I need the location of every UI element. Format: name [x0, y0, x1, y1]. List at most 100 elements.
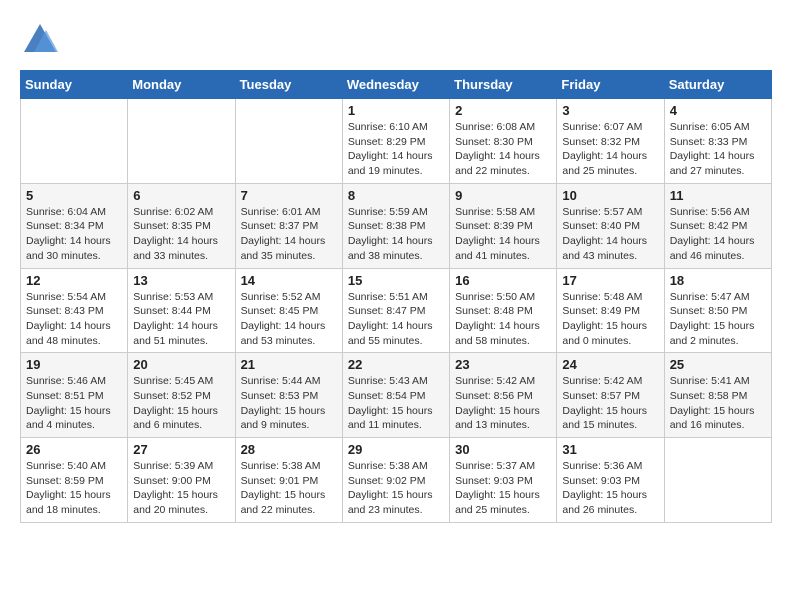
logo-icon	[20, 20, 60, 60]
calendar-cell: 23 Sunrise: 5:42 AM Sunset: 8:56 PM Dayli…	[450, 353, 557, 438]
calendar-cell: 31 Sunrise: 5:36 AM Sunset: 9:03 PM Dayli…	[557, 438, 664, 523]
day-number: 8	[348, 188, 444, 203]
calendar-cell: 17 Sunrise: 5:48 AM Sunset: 8:49 PM Dayli…	[557, 268, 664, 353]
day-info: Sunrise: 5:39 AM Sunset: 9:00 PM Dayligh…	[133, 459, 229, 518]
day-info: Sunrise: 5:54 AM Sunset: 8:43 PM Dayligh…	[26, 290, 122, 349]
day-info: Sunrise: 5:45 AM Sunset: 8:52 PM Dayligh…	[133, 374, 229, 433]
calendar-cell: 1 Sunrise: 6:10 AM Sunset: 8:29 PM Daylig…	[342, 99, 449, 184]
day-info: Sunrise: 5:47 AM Sunset: 8:50 PM Dayligh…	[670, 290, 766, 349]
calendar-cell	[664, 438, 771, 523]
day-number: 5	[26, 188, 122, 203]
calendar-cell: 8Sunrise: 5:59 AM Sunset: 8:38 PM Daylig…	[342, 183, 449, 268]
page-header	[20, 20, 772, 60]
day-info: Sunrise: 6:05 AM Sunset: 8:33 PM Dayligh…	[670, 120, 766, 179]
day-number: 23	[455, 357, 551, 372]
calendar-cell: 20 Sunrise: 5:45 AM Sunset: 8:52 PM Dayli…	[128, 353, 235, 438]
calendar-cell: 5 Sunrise: 6:04 AM Sunset: 8:34 PM Daylig…	[21, 183, 128, 268]
day-info: Sunrise: 5:52 AM Sunset: 8:45 PM Dayligh…	[241, 290, 337, 349]
day-info: Sunrise: 6:02 AM Sunset: 8:35 PM Dayligh…	[133, 205, 229, 264]
calendar-week-2: 5 Sunrise: 6:04 AM Sunset: 8:34 PM Daylig…	[21, 183, 772, 268]
calendar-cell: 26 Sunrise: 5:40 AM Sunset: 8:59 PM Dayli…	[21, 438, 128, 523]
day-number: 3	[562, 103, 658, 118]
day-number: 14	[241, 273, 337, 288]
calendar-cell	[128, 99, 235, 184]
day-info: Sunrise: 5:38 AM Sunset: 9:02 PM Dayligh…	[348, 459, 444, 518]
day-info: Sunrise: 5:48 AM Sunset: 8:49 PM Dayligh…	[562, 290, 658, 349]
day-info: Sunrise: 5:53 AM Sunset: 8:44 PM Dayligh…	[133, 290, 229, 349]
day-number: 1	[348, 103, 444, 118]
day-number: 9	[455, 188, 551, 203]
calendar-week-1: 1 Sunrise: 6:10 AM Sunset: 8:29 PM Daylig…	[21, 99, 772, 184]
calendar-cell: 12 Sunrise: 5:54 AM Sunset: 8:43 PM Dayli…	[21, 268, 128, 353]
day-info: Sunrise: 5:46 AM Sunset: 8:51 PM Dayligh…	[26, 374, 122, 433]
day-info: Sunrise: 5:51 AM Sunset: 8:47 PM Dayligh…	[348, 290, 444, 349]
day-number: 13	[133, 273, 229, 288]
day-info: Sunrise: 6:01 AM Sunset: 8:37 PM Dayligh…	[241, 205, 337, 264]
day-header-thursday: Thursday	[450, 71, 557, 99]
day-info: Sunrise: 5:36 AM Sunset: 9:03 PM Dayligh…	[562, 459, 658, 518]
calendar-cell: 2 Sunrise: 6:08 AM Sunset: 8:30 PM Daylig…	[450, 99, 557, 184]
calendar-cell: 25 Sunrise: 5:41 AM Sunset: 8:58 PM Dayli…	[664, 353, 771, 438]
day-info: Sunrise: 5:43 AM Sunset: 8:54 PM Dayligh…	[348, 374, 444, 433]
calendar-cell: 22 Sunrise: 5:43 AM Sunset: 8:54 PM Dayli…	[342, 353, 449, 438]
calendar-cell: 9 Sunrise: 5:58 AM Sunset: 8:39 PM Daylig…	[450, 183, 557, 268]
calendar-cell: 14 Sunrise: 5:52 AM Sunset: 8:45 PM Dayli…	[235, 268, 342, 353]
day-number: 10	[562, 188, 658, 203]
day-header-wednesday: Wednesday	[342, 71, 449, 99]
day-info: Sunrise: 5:42 AM Sunset: 8:56 PM Dayligh…	[455, 374, 551, 433]
day-number: 25	[670, 357, 766, 372]
calendar-week-5: 26 Sunrise: 5:40 AM Sunset: 8:59 PM Dayli…	[21, 438, 772, 523]
day-number: 15	[348, 273, 444, 288]
calendar-cell: 6Sunrise: 6:02 AM Sunset: 8:35 PM Daylig…	[128, 183, 235, 268]
day-info: Sunrise: 5:42 AM Sunset: 8:57 PM Dayligh…	[562, 374, 658, 433]
day-number: 7	[241, 188, 337, 203]
day-info: Sunrise: 5:38 AM Sunset: 9:01 PM Dayligh…	[241, 459, 337, 518]
day-info: Sunrise: 6:08 AM Sunset: 8:30 PM Dayligh…	[455, 120, 551, 179]
calendar-cell: 27 Sunrise: 5:39 AM Sunset: 9:00 PM Dayli…	[128, 438, 235, 523]
calendar-cell: 28 Sunrise: 5:38 AM Sunset: 9:01 PM Dayli…	[235, 438, 342, 523]
day-number: 21	[241, 357, 337, 372]
day-number: 20	[133, 357, 229, 372]
day-info: Sunrise: 6:10 AM Sunset: 8:29 PM Dayligh…	[348, 120, 444, 179]
day-header-sunday: Sunday	[21, 71, 128, 99]
calendar-cell: 19Sunrise: 5:46 AM Sunset: 8:51 PM Dayli…	[21, 353, 128, 438]
calendar-week-4: 19Sunrise: 5:46 AM Sunset: 8:51 PM Dayli…	[21, 353, 772, 438]
day-number: 26	[26, 442, 122, 457]
calendar-cell: 4 Sunrise: 6:05 AM Sunset: 8:33 PM Daylig…	[664, 99, 771, 184]
day-info: Sunrise: 5:44 AM Sunset: 8:53 PM Dayligh…	[241, 374, 337, 433]
day-number: 31	[562, 442, 658, 457]
day-header-saturday: Saturday	[664, 71, 771, 99]
calendar-table: SundayMondayTuesdayWednesdayThursdayFrid…	[20, 70, 772, 523]
day-info: Sunrise: 5:37 AM Sunset: 9:03 PM Dayligh…	[455, 459, 551, 518]
day-info: Sunrise: 6:07 AM Sunset: 8:32 PM Dayligh…	[562, 120, 658, 179]
calendar-header: SundayMondayTuesdayWednesdayThursdayFrid…	[21, 71, 772, 99]
calendar-cell: 21 Sunrise: 5:44 AM Sunset: 8:53 PM Dayli…	[235, 353, 342, 438]
day-number: 28	[241, 442, 337, 457]
day-header-friday: Friday	[557, 71, 664, 99]
day-number: 12	[26, 273, 122, 288]
day-info: Sunrise: 5:40 AM Sunset: 8:59 PM Dayligh…	[26, 459, 122, 518]
day-info: Sunrise: 5:58 AM Sunset: 8:39 PM Dayligh…	[455, 205, 551, 264]
day-number: 2	[455, 103, 551, 118]
day-info: Sunrise: 5:56 AM Sunset: 8:42 PM Dayligh…	[670, 205, 766, 264]
calendar-cell: 15 Sunrise: 5:51 AM Sunset: 8:47 PM Dayli…	[342, 268, 449, 353]
calendar-cell	[21, 99, 128, 184]
day-number: 22	[348, 357, 444, 372]
day-info: Sunrise: 5:41 AM Sunset: 8:58 PM Dayligh…	[670, 374, 766, 433]
day-number: 27	[133, 442, 229, 457]
calendar-cell: 29 Sunrise: 5:38 AM Sunset: 9:02 PM Dayli…	[342, 438, 449, 523]
calendar-week-3: 12 Sunrise: 5:54 AM Sunset: 8:43 PM Dayli…	[21, 268, 772, 353]
day-number: 29	[348, 442, 444, 457]
calendar-cell	[235, 99, 342, 184]
day-number: 4	[670, 103, 766, 118]
calendar-cell: 11Sunrise: 5:56 AM Sunset: 8:42 PM Dayli…	[664, 183, 771, 268]
calendar-cell: 30 Sunrise: 5:37 AM Sunset: 9:03 PM Dayli…	[450, 438, 557, 523]
day-number: 30	[455, 442, 551, 457]
day-header-monday: Monday	[128, 71, 235, 99]
day-number: 17	[562, 273, 658, 288]
calendar-cell: 3 Sunrise: 6:07 AM Sunset: 8:32 PM Daylig…	[557, 99, 664, 184]
day-info: Sunrise: 6:04 AM Sunset: 8:34 PM Dayligh…	[26, 205, 122, 264]
day-info: Sunrise: 5:57 AM Sunset: 8:40 PM Dayligh…	[562, 205, 658, 264]
calendar-cell: 13 Sunrise: 5:53 AM Sunset: 8:44 PM Dayli…	[128, 268, 235, 353]
day-number: 24	[562, 357, 658, 372]
